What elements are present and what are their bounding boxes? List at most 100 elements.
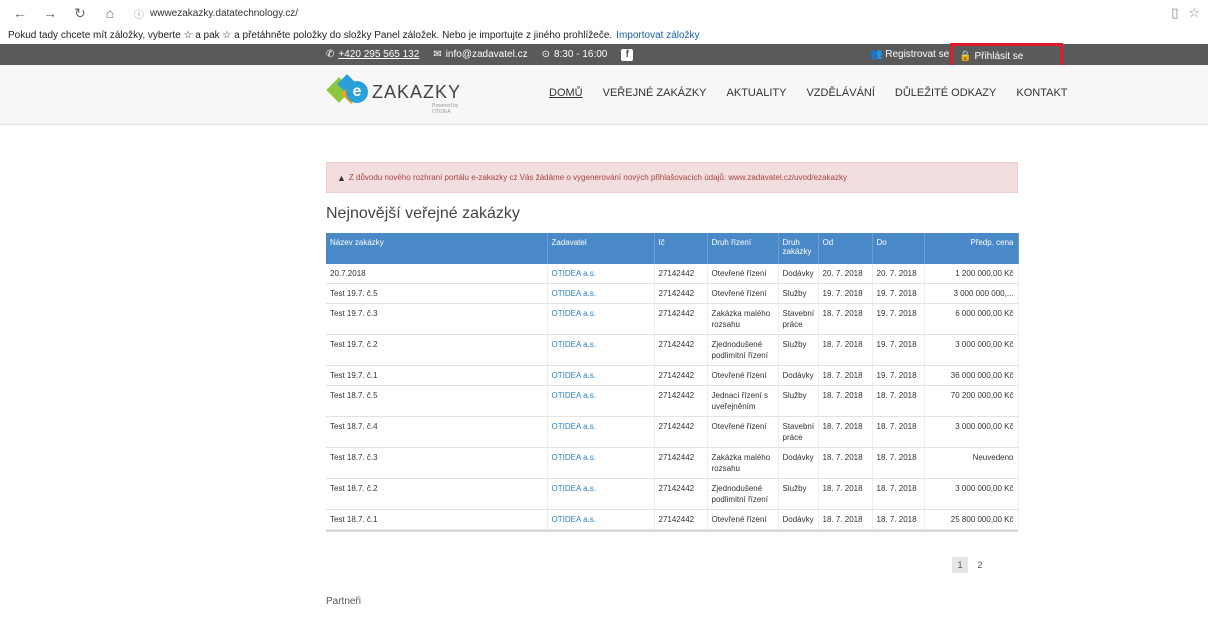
cell-contracting-authority[interactable]: OTIDEA a.s. — [547, 264, 655, 284]
register-link[interactable]: 👥 Registrovat se — [870, 49, 949, 60]
cell-estimated-price: 36 000 000,00 Kč — [924, 365, 1019, 386]
cell-procedure-type: Zjednodušené podlimitní řízení — [707, 478, 779, 510]
notice-alert: ▲ Z důvodu nového rozhraní portálu e-zak… — [326, 162, 1018, 193]
cell-contracting-authority[interactable]: OTIDEA a.s. — [547, 385, 655, 417]
cell-contract-type: Služby — [778, 283, 819, 304]
cell-estimated-price: 3 000 000,00 Kč — [924, 416, 1019, 448]
table-row[interactable]: Test 18.7. č.3 OTIDEA a.s. 27142442 Zakázka… — [326, 447, 1019, 479]
pagination: 1 2 — [952, 557, 988, 573]
nav-education[interactable]: VZDĚLÁVÁNÍ — [806, 87, 874, 99]
import-bookmarks-link[interactable]: Importovat záložky — [616, 30, 699, 41]
table-row[interactable]: Test 18.7. č.5 OTIDEA a.s. 27142442 Jednací… — [326, 385, 1019, 417]
logo-subtitle: Powered by OTIDEA — [432, 103, 459, 115]
cell-contract-type: Stavební práce — [778, 303, 819, 335]
cell-contracting-authority[interactable]: OTIDEA a.s. — [547, 509, 655, 530]
bookmarks-hint: Pokud tady chcete mít záložky, vyberte ☆… — [8, 29, 613, 41]
cell-procedure-type: Zakázka malého rozsahu — [707, 303, 779, 335]
col-header-to[interactable]: Do — [872, 233, 925, 264]
cell-date-from: 18. 7. 2018 — [818, 365, 873, 386]
cell-date-from: 18. 7. 2018 — [818, 385, 873, 417]
nav-public-contracts[interactable]: VEŘEJNÉ ZAKÁZKY — [603, 87, 707, 99]
cell-contracting-authority[interactable]: OTIDEA a.s. — [547, 365, 655, 386]
cell-company-id: 27142442 — [654, 334, 708, 366]
email-contact[interactable]: ✉ info@zadavatel.cz — [433, 49, 527, 60]
top-contact-bar: ✆ +420 295 565 132 ✉ info@zadavatel.cz ⊙ 8:… — [0, 43, 1208, 69]
table-row[interactable]: Test 19.7. č.2 OTIDEA a.s. 27142442 Zjednod… — [326, 334, 1019, 366]
mail-icon: ✉ — [433, 49, 442, 60]
cell-date-to: 19. 7. 2018 — [872, 365, 925, 386]
cell-date-to: 18. 7. 2018 — [872, 416, 925, 448]
col-header-name[interactable]: Název zakázky — [326, 233, 548, 264]
cell-date-from: 18. 7. 2018 — [818, 447, 873, 479]
cell-company-id: 27142442 — [654, 509, 708, 530]
col-header-procedure-type[interactable]: Druh řízení — [707, 233, 779, 264]
page-2[interactable]: 2 — [972, 557, 988, 573]
table-row[interactable]: Test 19.7. č.1 OTIDEA a.s. 27142442 Otevřen… — [326, 365, 1019, 386]
cell-contract-type: Dodávky — [778, 264, 819, 284]
table-row[interactable]: Test 18.7. č.4 OTIDEA a.s. 27142442 Otevřen… — [326, 416, 1019, 448]
cell-contracting-authority[interactable]: OTIDEA a.s. — [547, 447, 655, 479]
forward-arrow-icon[interactable]: → — [38, 3, 62, 23]
cell-company-id: 27142442 — [654, 385, 708, 417]
nav-news[interactable]: AKTUALITY — [727, 87, 787, 99]
cell-contracting-authority[interactable]: OTIDEA a.s. — [547, 334, 655, 366]
browser-toolbar: ← → ↻ ⌂ ⓘ wwwezakazky.datatechnology.cz/… — [0, 0, 1208, 26]
col-header-id[interactable]: Ič — [654, 233, 708, 264]
favorite-star-icon[interactable]: ☆ — [1188, 5, 1200, 21]
table-header-row: Název zakázky Zadavatel Ič Druh řízení D… — [326, 233, 1019, 264]
opening-hours: ⊙ 8:30 - 16:00 — [541, 49, 608, 60]
cell-procedure-type: Otevřené řízení — [707, 264, 779, 284]
cell-date-from: 18. 7. 2018 — [818, 478, 873, 510]
cell-contract-name: Test 18.7. č.3 — [326, 447, 548, 479]
table-row[interactable]: Test 18.7. č.1 OTIDEA a.s. 27142442 Otevřen… — [326, 509, 1019, 530]
site-header: e ZAKAZKY Powered by OTIDEA DOMŮ VEŘEJNÉ… — [0, 65, 1208, 125]
cell-estimated-price: 3 000 000,00 Kč — [924, 334, 1019, 366]
col-header-estimated-price[interactable]: Předp. cena — [924, 233, 1019, 264]
cell-date-from: 19. 7. 2018 — [818, 283, 873, 304]
reading-view-icon[interactable]: ▯ — [1171, 5, 1178, 21]
cell-contracting-authority[interactable]: OTIDEA a.s. — [547, 283, 655, 304]
cell-contracting-authority[interactable]: OTIDEA a.s. — [547, 416, 655, 448]
col-header-from[interactable]: Od — [818, 233, 873, 264]
info-icon: ⓘ — [134, 9, 144, 21]
bookmarks-bar: Pokud tady chcete mít záložky, vyberte ☆… — [0, 26, 1208, 44]
address-bar[interactable]: ⓘ wwwezakazky.datatechnology.cz/ — [128, 3, 1171, 23]
nav-important-links[interactable]: DŮLEŽITÉ ODKAZY — [895, 87, 996, 99]
cell-contracting-authority[interactable]: OTIDEA a.s. — [547, 303, 655, 335]
cell-date-to: 18. 7. 2018 — [872, 385, 925, 417]
users-icon: 👥 — [870, 49, 883, 60]
cell-contract-type: Stavební práce — [778, 416, 819, 448]
table-row[interactable]: Test 19.7. č.5 OTIDEA a.s. 27142442 Otevřen… — [326, 283, 1019, 304]
cell-date-to: 18. 7. 2018 — [872, 447, 925, 479]
col-header-contract-type[interactable]: Druh zakázky — [778, 233, 819, 264]
reload-icon[interactable]: ↻ — [68, 3, 92, 23]
phone-contact[interactable]: ✆ +420 295 565 132 — [326, 49, 419, 60]
cell-contract-name: Test 18.7. č.2 — [326, 478, 548, 510]
cell-company-id: 27142442 — [654, 283, 708, 304]
facebook-icon[interactable]: f — [621, 48, 634, 61]
cell-estimated-price: 6 000 000,00 Kč — [924, 303, 1019, 335]
cell-contracting-authority[interactable]: OTIDEA a.s. — [547, 478, 655, 510]
cell-date-from: 18. 7. 2018 — [818, 509, 873, 530]
cell-date-from: 18. 7. 2018 — [818, 303, 873, 335]
cell-company-id: 27142442 — [654, 416, 708, 448]
table-row[interactable]: Test 18.7. č.2 OTIDEA a.s. 27142442 Zjednod… — [326, 478, 1019, 510]
table-row[interactable]: 20.7.2018 OTIDEA a.s. 27142442 Otevřené říz… — [326, 264, 1019, 284]
cell-contract-type: Služby — [778, 385, 819, 417]
url-text: wwwezakazky.datatechnology.cz/ — [150, 7, 299, 19]
cell-date-to: 18. 7. 2018 — [872, 478, 925, 510]
logo-text: ZAKAZKY — [372, 81, 462, 102]
nav-contact[interactable]: KONTAKT — [1016, 87, 1067, 99]
page-1[interactable]: 1 — [952, 557, 968, 573]
cell-estimated-price: 3 000 000 000,... — [924, 283, 1019, 304]
cell-date-to: 20. 7. 2018 — [872, 264, 925, 284]
back-arrow-icon[interactable]: ← — [8, 3, 32, 23]
cell-estimated-price: 25 800 000,00 Kč — [924, 509, 1019, 530]
cell-contract-type: Dodávky — [778, 365, 819, 386]
nav-home[interactable]: DOMŮ — [549, 87, 583, 99]
table-row[interactable]: Test 19.7. č.3 OTIDEA a.s. 27142442 Zakázka… — [326, 303, 1019, 335]
cell-contract-type: Dodávky — [778, 447, 819, 479]
col-header-contracting-authority[interactable]: Zadavatel — [547, 233, 655, 264]
site-logo[interactable]: e ZAKAZKY Powered by OTIDEA — [326, 74, 462, 115]
home-icon[interactable]: ⌂ — [98, 3, 122, 23]
